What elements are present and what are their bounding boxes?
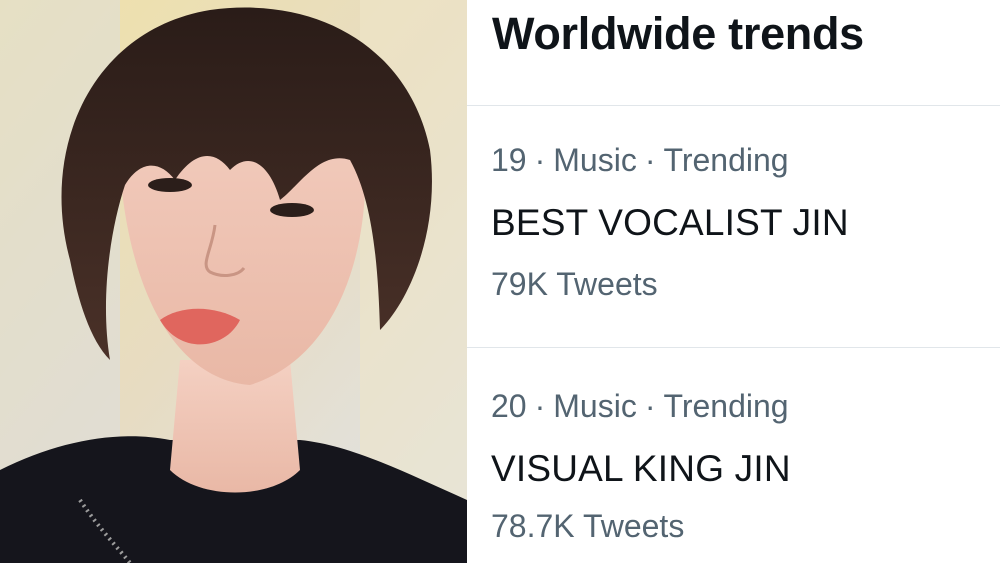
separator-dot: · bbox=[644, 142, 656, 178]
trend-category: Music bbox=[553, 388, 637, 424]
trend-name: VISUAL KING JIN bbox=[491, 448, 791, 489]
trends-title: Worldwide trends bbox=[492, 8, 864, 59]
trend-status: Trending bbox=[663, 142, 789, 178]
trend-tweet-count: 79K Tweets bbox=[491, 266, 658, 302]
portrait-photo bbox=[0, 0, 467, 563]
trend-tweet-count: 78.7K Tweets bbox=[491, 508, 685, 544]
trend-item-20[interactable]: 20 · Music · Trending VISUAL KING JIN 78.7K … bbox=[467, 348, 1000, 563]
trend-rank: 19 bbox=[491, 142, 527, 178]
separator-dot: · bbox=[644, 388, 656, 424]
trend-status: Trending bbox=[663, 388, 789, 424]
trend-item-19[interactable]: 19 · Music · Trending BEST VOCALIST JIN 79K … bbox=[467, 106, 1000, 346]
trend-category: Music bbox=[553, 142, 637, 178]
separator-dot: · bbox=[534, 388, 546, 424]
separator-dot: · bbox=[534, 142, 546, 178]
trends-panel: Worldwide trends 19 · Music · Trending BEST … bbox=[467, 0, 1000, 563]
trend-meta: 19 · Music · Trending bbox=[491, 142, 789, 179]
trend-rank: 20 bbox=[491, 388, 527, 424]
trend-name: BEST VOCALIST JIN bbox=[491, 202, 849, 243]
screenshot-canvas: Worldwide trends 19 · Music · Trending BEST … bbox=[0, 0, 1000, 563]
trend-meta: 20 · Music · Trending bbox=[491, 388, 789, 425]
portrait-illustration bbox=[0, 0, 467, 563]
